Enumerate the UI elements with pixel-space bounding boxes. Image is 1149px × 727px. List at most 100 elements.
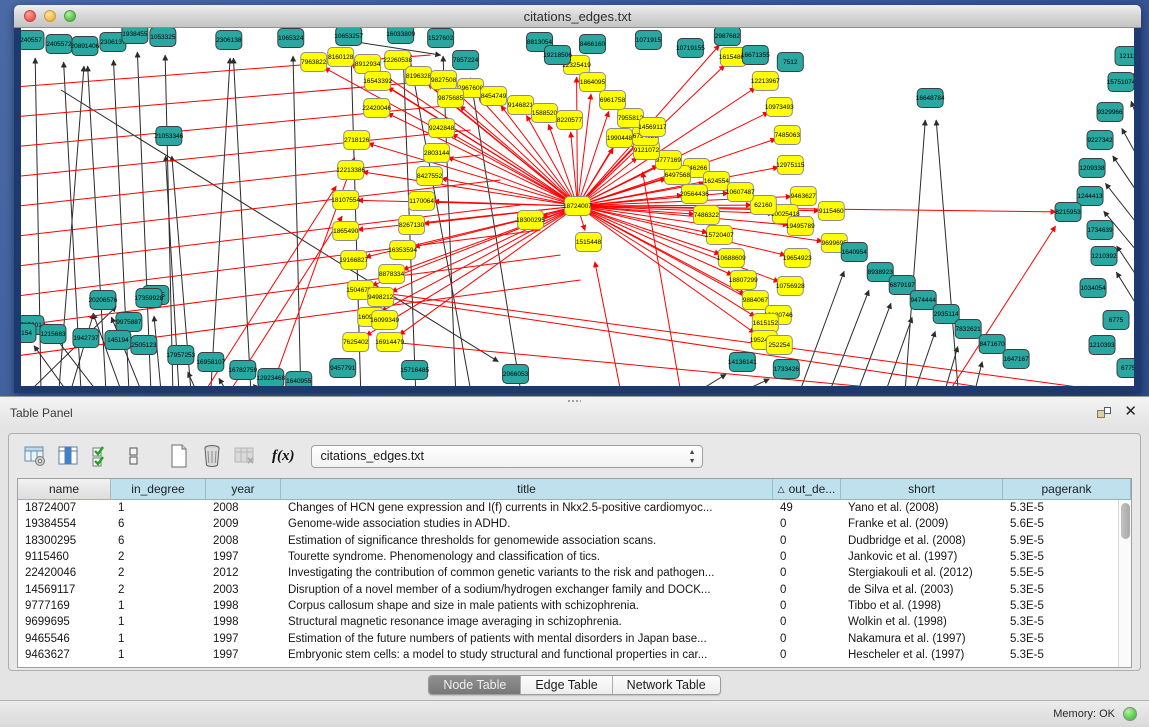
graph-node[interactable]: 10607487 [726,183,755,202]
column-header-short[interactable]: short [841,479,1003,499]
cell-short[interactable]: Hescheler et al. (1997) [841,647,1003,663]
network-view-window[interactable]: citations_edges.txt 79638228160128891293… [14,5,1141,393]
graph-node[interactable]: 16543392 [363,72,392,91]
cell-title[interactable]: Embryonic stem cells: a model to study s… [281,647,773,663]
graph-node[interactable]: 2405572 [46,35,72,54]
graph-node[interactable]: 2803144 [424,144,450,163]
graph-node[interactable]: 1734639 [1087,221,1113,240]
cell-out_de[interactable]: 0 [773,549,841,565]
graph-node[interactable]: 62160 [750,196,776,215]
graph-node[interactable]: 1210393 [1089,336,1115,355]
graph-node[interactable]: 18300295 [516,211,545,230]
graph-node[interactable]: 7485063 [774,126,800,145]
graph-node[interactable]: 17359928 [134,289,163,308]
cell-name[interactable]: 9115460 [18,549,111,565]
cell-name[interactable]: 18724007 [18,500,111,516]
graph-node[interactable]: 16958107 [196,353,225,372]
cell-name[interactable]: 14569117 [18,581,111,597]
graph-node[interactable]: 1865490 [333,222,359,241]
table-row[interactable]: 969969511998Structural magnetic resonanc… [18,614,1118,630]
cell-out_de[interactable]: 0 [773,516,841,532]
graph-node[interactable]: 9975887 [116,313,142,332]
cell-year[interactable]: 1998 [206,614,281,630]
graph-node[interactable]: 1515448 [576,233,602,252]
cell-in_degree[interactable]: 1 [111,647,206,663]
graph-node[interactable]: 16671355 [741,46,770,65]
cell-year[interactable]: 1997 [206,630,281,646]
cell-pagerank[interactable]: 5.6E-5 [1003,516,1118,532]
table-row[interactable]: 1938455462009Genome-wide association stu… [18,516,1118,532]
graph-node[interactable]: 10973493 [765,98,794,117]
cell-name[interactable]: 22420046 [18,565,111,581]
cell-title[interactable]: Changes of HCN gene expression and I(f) … [281,500,773,516]
tab-network-table[interactable]: Network Table [613,676,720,694]
cell-name[interactable]: 9777169 [18,598,111,614]
cell-out_de[interactable]: 0 [773,533,841,549]
cell-in_degree[interactable]: 6 [111,533,206,549]
graph-node[interactable]: 7857224 [453,51,479,70]
function-builder-button[interactable]: f(x) [272,448,295,465]
cell-short[interactable]: Franke et al. (2009) [841,516,1003,532]
graph-node[interactable]: 2987682 [714,28,740,46]
graph-node[interactable]: 1864095 [579,73,605,92]
network-canvas[interactable]: 7963822816012889129342226053816543392819… [21,28,1134,386]
float-panel-icon[interactable] [1097,407,1111,420]
cell-pagerank[interactable]: 5.9E-5 [1003,533,1118,549]
column-header-in_degree[interactable]: in_degree [111,479,206,499]
graph-node[interactable]: 1588520 [532,104,558,123]
network-window-titlebar[interactable]: citations_edges.txt [14,5,1141,28]
cell-pagerank[interactable]: 5.3E-5 [1003,500,1118,516]
select-all-button[interactable] [87,441,115,471]
graph-node[interactable]: 17957253 [166,346,195,365]
graph-node[interactable]: 12213386 [336,161,365,180]
cell-out_de[interactable]: 0 [773,581,841,597]
cell-year[interactable]: 2012 [206,565,281,581]
cell-title[interactable]: Tourette syndrome. Phenomenology and cla… [281,549,773,565]
graph-node[interactable]: 7832621 [955,320,981,339]
column-header-name[interactable]: name [18,479,111,499]
graph-node[interactable]: 12213967 [751,72,780,91]
graph-node[interactable]: 10688609 [717,249,746,268]
graph-node[interactable]: 252254 [766,336,792,355]
graph-node[interactable]: 1640954 [841,243,867,262]
graph-node[interactable]: 12923468 [256,369,285,387]
table-row[interactable]: 2242004622012Investigating the contribut… [18,565,1118,581]
cell-year[interactable]: 2008 [206,533,281,549]
tab-node-table[interactable]: Node Table [429,676,521,694]
cell-year[interactable]: 1998 [206,598,281,614]
graph-node[interactable]: 19218506 [543,46,572,65]
graph-node[interactable]: 1942737 [73,329,99,348]
table-row[interactable]: 1456911722003Disruption of a novel membe… [18,581,1118,597]
cell-pagerank[interactable]: 5.5E-5 [1003,565,1118,581]
cell-title[interactable]: Disruption of a novel member of a sodium… [281,581,773,597]
graph-node[interactable]: 1244413 [1077,187,1103,206]
graph-node[interactable]: 6961758 [599,91,625,110]
show-columns-button[interactable] [54,441,82,471]
graph-node[interactable]: 9884067 [742,291,768,310]
cell-year[interactable]: 1997 [206,647,281,663]
cell-short[interactable]: Dudbridge et al. (2008) [841,533,1003,549]
cell-name[interactable]: 18300295 [18,533,111,549]
graph-node[interactable]: 67751 [1117,359,1134,378]
graph-node[interactable]: 1527602 [428,29,454,48]
graph-node[interactable]: 10756928 [776,277,805,296]
graph-node[interactable]: 16782759 [228,361,257,380]
cell-out_de[interactable]: 49 [773,500,841,516]
cell-short[interactable]: Nakamura et al. (1997) [841,630,1003,646]
cell-in_degree[interactable]: 6 [111,516,206,532]
graph-node[interactable]: 1215683 [40,325,66,344]
close-panel-icon[interactable]: ✕ [1124,404,1137,420]
graph-node[interactable]: 1938455 [122,28,148,44]
vertical-scrollbar[interactable] [1118,500,1131,667]
cell-pagerank[interactable]: 5.3E-5 [1003,614,1118,630]
cell-pagerank[interactable]: 5.3E-5 [1003,598,1118,614]
table-row[interactable]: 1872400712008Changes of HCN gene express… [18,500,1118,516]
graph-node[interactable]: 9115460 [818,202,844,221]
splitter-handle[interactable] [567,399,581,403]
clear-selection-button[interactable] [120,441,148,471]
graph-node[interactable]: 10653257 [334,28,363,46]
cell-name[interactable]: 9463627 [18,647,111,663]
graph-node[interactable]: 1647167 [1003,350,1029,369]
column-header-year[interactable]: year [206,479,281,499]
cell-out_de[interactable]: 0 [773,565,841,581]
